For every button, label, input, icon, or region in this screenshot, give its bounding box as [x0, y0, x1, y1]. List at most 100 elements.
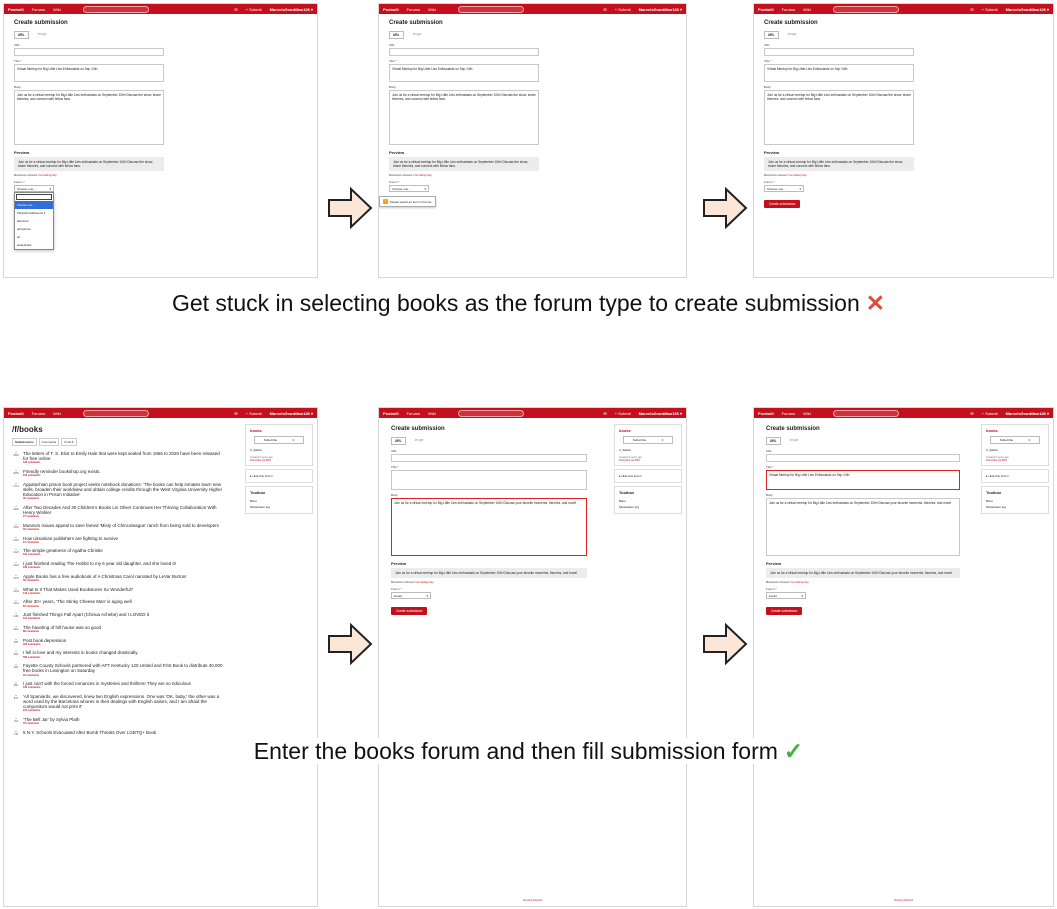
footer-link[interactable]: Running Postmill — [754, 899, 1053, 902]
mail-icon[interactable]: ✉ — [603, 7, 606, 12]
post-title-link[interactable]: I fell in love and my interests in books… — [23, 650, 138, 655]
tab-url[interactable]: URL — [14, 31, 29, 39]
subscribe-button[interactable]: Subscribe 0 — [623, 436, 673, 444]
dropdown-option[interactable]: art — [15, 233, 53, 241]
user-menu[interactable]: MarvelsGrantMan136 ▾ — [1006, 7, 1049, 12]
footer-link[interactable]: Running Postmill — [379, 899, 686, 902]
hide-forum-toggle[interactable]: ▸ Hide this forum — [619, 473, 677, 479]
tab-image[interactable]: Image — [785, 31, 800, 39]
tab-image[interactable]: Image — [410, 31, 425, 39]
tab-image[interactable]: Image — [412, 437, 427, 445]
post-title-link[interactable]: Museum issues appeal to save famed 'Mist… — [23, 523, 219, 528]
comments-link[interactable]: 59 comments — [23, 579, 187, 582]
sidebar-forum-name[interactable]: books — [619, 428, 677, 433]
forums-link[interactable]: Forums — [782, 411, 796, 416]
title-input[interactable]: Virtual Meetup for Big Little Lies Enthu… — [14, 64, 164, 82]
comments-link[interactable]: 21 comments — [23, 541, 118, 544]
brand-link[interactable]: Postmill — [383, 411, 399, 416]
forum-select[interactable]: Choose one... ▾ — [14, 185, 54, 193]
create-submission-button[interactable]: Create submission — [764, 200, 801, 209]
title-input[interactable]: Virtual Meetup for Big Little Lies Enthu… — [389, 64, 539, 82]
brand-link[interactable]: Postmill — [8, 7, 24, 12]
forums-link[interactable]: Forums — [32, 7, 46, 12]
search-input[interactable] — [82, 409, 149, 417]
mail-icon[interactable]: ✉ — [970, 411, 973, 416]
user-menu[interactable]: MarvelsGrantMan136 ▾ — [639, 411, 682, 416]
post-title-link[interactable]: Just finished Things Fall Apart (Chinua … — [23, 612, 149, 617]
submit-link[interactable]: + Submit — [246, 7, 262, 12]
user-menu[interactable]: MarvelsGrantMan136 ▾ — [270, 7, 313, 12]
comments-link[interactable]: 109 comments — [23, 566, 176, 569]
comments-link[interactable]: 191 comments — [23, 553, 103, 556]
url-input[interactable] — [14, 48, 164, 56]
wiki-link[interactable]: Wiki — [428, 411, 436, 416]
url-input[interactable] — [391, 454, 587, 462]
submit-link[interactable]: + Submit — [615, 7, 631, 12]
create-submission-button[interactable]: Create submission — [766, 607, 803, 616]
submit-link[interactable]: + Submit — [982, 411, 998, 416]
hide-forum-toggle[interactable]: ▸ Hide this forum — [986, 473, 1044, 479]
post-title-link[interactable]: 5 N.Y. Schools Evacuated After Bomb Thre… — [23, 730, 156, 735]
comments-link[interactable]: 115 comments — [23, 709, 224, 712]
body-textarea[interactable]: Join us for a virtual meetup for Big Lit… — [389, 90, 539, 145]
forum-select[interactable]: books ▾ — [391, 592, 431, 600]
post-title-link[interactable]: Fayette County Schools partnered with AF… — [23, 663, 224, 673]
url-input[interactable] — [389, 48, 539, 56]
title-input[interactable]: Virtual Meetup for Big Little Lies Enthu… — [766, 470, 960, 490]
sort-dropdown[interactable]: ▾ Hot ▾ — [61, 438, 77, 446]
wiki-link[interactable]: Wiki — [53, 7, 61, 12]
submit-link[interactable]: + Submit — [982, 7, 998, 12]
tab-url[interactable]: URL — [764, 31, 779, 39]
dropdown-search-input[interactable] — [16, 194, 52, 201]
moderation-log-link[interactable]: Moderation log — [250, 504, 308, 510]
comments-link[interactable]: 105 comments — [23, 474, 101, 477]
search-input[interactable] — [832, 5, 899, 13]
title-input[interactable] — [391, 470, 587, 490]
mail-icon[interactable]: ✉ — [970, 7, 973, 12]
post-title-link[interactable]: What Is It That Makes Used Bookstores So… — [23, 587, 133, 592]
search-input[interactable] — [457, 5, 524, 13]
wiki-link[interactable]: Wiki — [803, 7, 811, 12]
brand-link[interactable]: Postmill — [383, 7, 399, 12]
rss-link[interactable]: Subscribe via RSS — [619, 459, 677, 462]
brand-link[interactable]: Postmill — [758, 411, 774, 416]
comments-link[interactable]: 505 comments — [23, 656, 138, 659]
body-textarea[interactable]: Join us for a virtual meetup for Big Lit… — [391, 498, 587, 556]
rss-link[interactable]: Subscribe via RSS — [250, 459, 308, 462]
comments-link[interactable]: 22 comments — [23, 674, 224, 677]
user-menu[interactable]: MarvelsGrantMan136 ▾ — [639, 7, 682, 12]
formatting-help-link[interactable]: Formatting help — [39, 174, 57, 177]
post-title-link[interactable]: The letters of T. S. Eliot to Emily Hale… — [23, 451, 224, 461]
submit-link[interactable]: + Submit — [246, 411, 262, 416]
dropdown-option[interactable]: Choose one... — [15, 201, 53, 210]
wiki-link[interactable]: Wiki — [428, 7, 436, 12]
forum-select[interactable]: books ▾ — [766, 592, 806, 600]
subscribe-button[interactable]: Subscribe 0 — [254, 436, 304, 444]
post-title-link[interactable]: I just can't with the forced romances in… — [23, 681, 191, 686]
rss-link[interactable]: Subscribe via RSS — [986, 459, 1044, 462]
mail-icon[interactable]: ✉ — [234, 411, 237, 416]
comments-link[interactable]: 183 comments — [23, 643, 66, 646]
mail-icon[interactable]: ✉ — [603, 411, 606, 416]
url-input[interactable] — [766, 454, 960, 462]
forum-select[interactable]: Choose one... ▾ — [764, 185, 804, 193]
tab-url[interactable]: URL — [766, 437, 781, 445]
post-title-link[interactable]: After Two Decades And 30 Children's Book… — [23, 505, 224, 515]
comments-link[interactable]: 144 comments — [23, 592, 133, 595]
wiki-link[interactable]: Wiki — [803, 411, 811, 416]
tab-comments[interactable]: Comments — [38, 438, 60, 446]
formatting-help-link[interactable]: Formatting help — [791, 581, 809, 584]
tab-submissions[interactable]: Submissions — [12, 438, 37, 446]
user-menu[interactable]: MarvelsGrantMan136 ▾ — [270, 411, 313, 416]
brand-link[interactable]: Postmill — [8, 411, 24, 416]
comments-link[interactable]: 43 comments — [23, 528, 219, 531]
forums-link[interactable]: Forums — [407, 411, 421, 416]
search-input[interactable] — [82, 5, 149, 13]
body-textarea[interactable]: Join us for a virtual meetup for Big Lit… — [766, 498, 960, 556]
post-title-link[interactable]: After 30+ years, 'The Stinky Cheese Man'… — [23, 599, 132, 604]
comments-link[interactable]: 120 comments — [23, 686, 191, 689]
forum-select[interactable]: Choose one... ▾ — [389, 185, 429, 193]
comments-link[interactable]: 87 comments — [23, 605, 132, 608]
title-input[interactable]: Virtual Meetup for Big Little Lies Enthu… — [764, 64, 914, 82]
subscribe-button[interactable]: Subscribe 0 — [990, 436, 1040, 444]
